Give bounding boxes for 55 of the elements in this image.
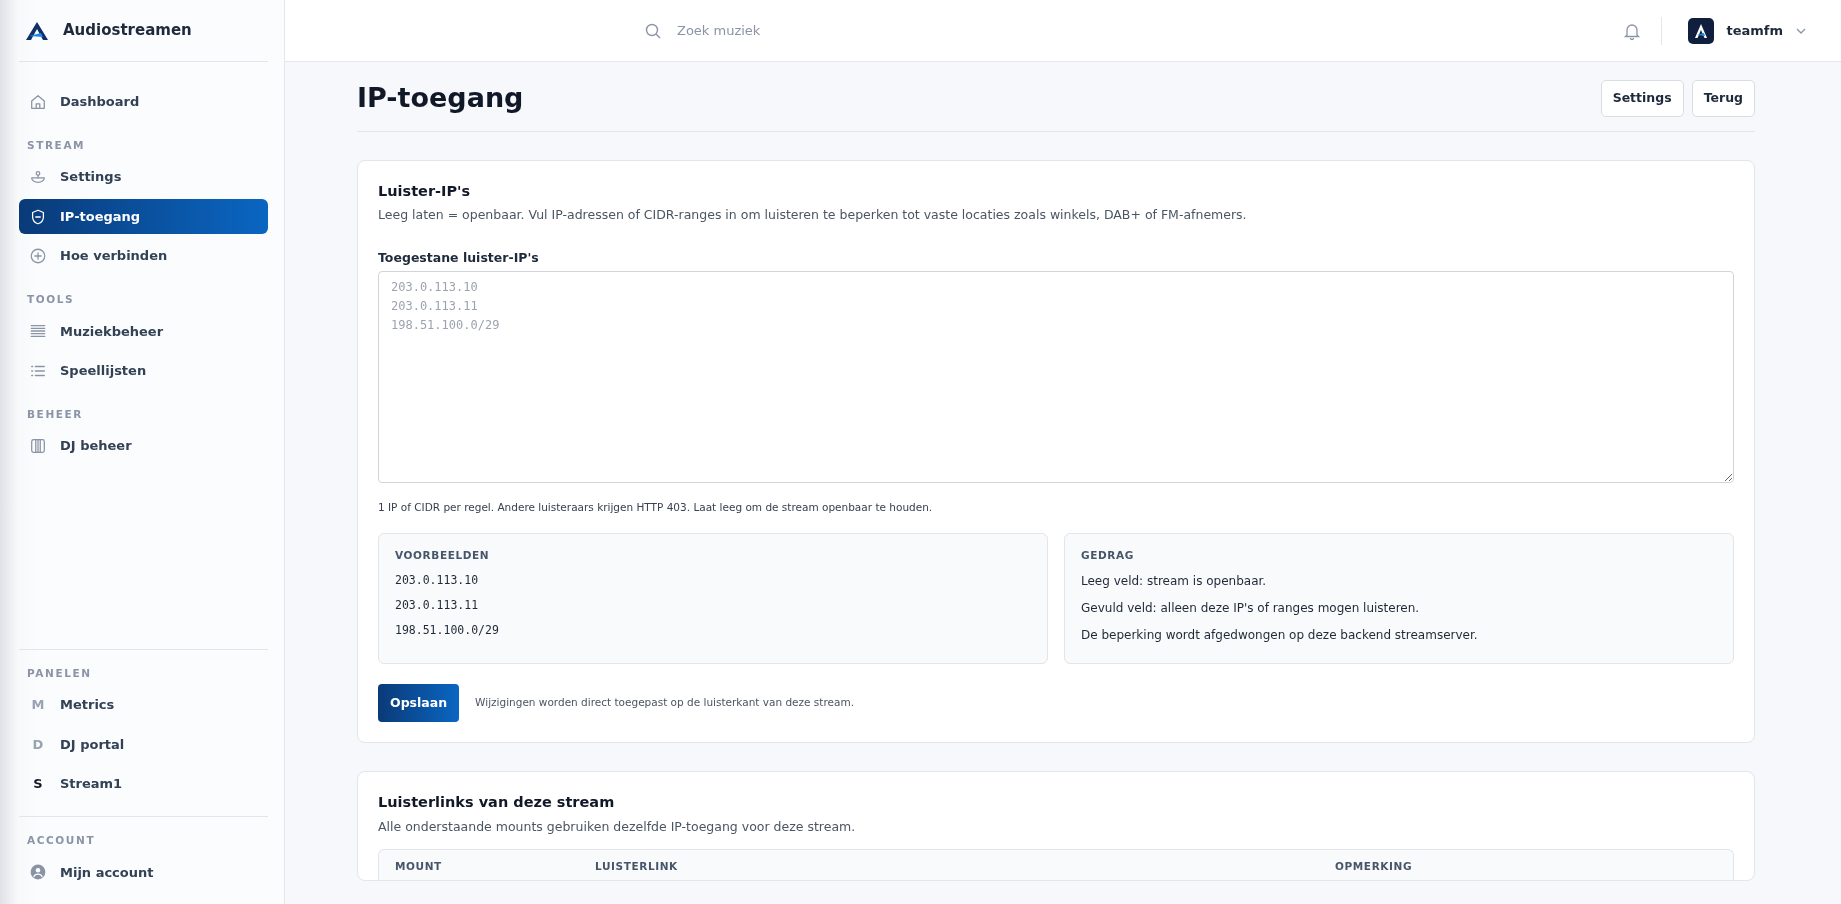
page-title: IP-toegang	[357, 82, 524, 115]
brand-name: Audiostreamen	[63, 20, 192, 42]
section-heading: ACCOUNT	[26, 832, 97, 848]
section-heading: TOOLS	[26, 291, 76, 307]
info-text: De beperking wordt afgedwongen op deze backend streamserver.	[1081, 626, 1479, 644]
sidebar-item[interactable]: Mijn account	[19, 854, 268, 890]
sidebar-item[interactable]: S Stream1	[19, 766, 268, 802]
card-description: Leeg laten = openbaar. Vul IP-adressen of CIDR-ranges in om luisteren te beperken tot vaste locaties zoals winkels, DAB+ of FM-afnemers.	[378, 206, 1248, 225]
column-header: MOUNT	[395, 858, 443, 874]
avatar-icon	[1688, 17, 1715, 44]
letter-icon: M	[29, 695, 47, 715]
home-icon	[29, 92, 47, 111]
plus-circle-icon	[29, 247, 47, 265]
card-title: Luister-IP's	[378, 182, 472, 201]
save-button[interactable]: Opslaan	[378, 683, 460, 723]
bowl-icon	[29, 168, 47, 186]
sidebar-item[interactable]: Hoe verbinden	[19, 238, 268, 274]
columns-icon	[29, 437, 47, 455]
search-field[interactable]: Zoek muziek	[675, 19, 849, 42]
shield-icon	[29, 207, 47, 226]
sidebar-item[interactable]: DJ beheer	[19, 428, 268, 464]
search-icon	[645, 22, 661, 39]
header-button[interactable]: Terug	[1691, 80, 1755, 117]
letter-icon: S	[29, 774, 47, 794]
help-text: 1 IP of CIDR per regel. Andere luisteraars krijgen HTTP 403. Laat leeg om de stream openbaar te houden.	[378, 500, 934, 516]
logo-icon	[25, 20, 49, 41]
code-line: 203.0.113.11	[395, 596, 480, 614]
user-menu[interactable]: teamfm	[1682, 16, 1813, 45]
card-title: Luisterlinks van deze stream	[378, 794, 616, 812]
section-heading: PANELEN	[26, 665, 93, 681]
panel-heading: GEDRAG	[1081, 547, 1135, 563]
ip-textarea[interactable]: 203.0.113.10 203.0.113.11 198.51.100.0/29	[378, 270, 1734, 483]
bell-icon[interactable]	[1623, 21, 1642, 40]
sidebar-item[interactable]: Settings	[19, 159, 268, 195]
code-line: 203.0.113.10	[395, 571, 480, 589]
sidebar-item[interactable]: D DJ portal	[19, 726, 268, 763]
code-line: 198.51.100.0/29	[395, 622, 500, 640]
column-header: OPMERKING	[1335, 858, 1414, 874]
section-heading: STREAM	[26, 137, 87, 153]
save-note: Wijzigingen worden direct toegepast op de luisterkant van deze stream.	[475, 695, 854, 711]
section-heading: BEHEER	[26, 406, 84, 422]
letter-icon: D	[29, 734, 47, 755]
sidebar-item[interactable]: M Metrics	[19, 687, 268, 723]
sidebar-item[interactable]: Muziekbeheer	[19, 313, 268, 349]
info-text: Gevuld veld: alleen deze IP's of ranges mogen luisteren.	[1081, 599, 1421, 617]
field-label: Toegestane luister-IP's	[378, 248, 540, 267]
sidebar-item[interactable]: IP-toegang	[19, 198, 268, 235]
info-text: Leeg veld: stream is openbaar.	[1081, 572, 1268, 590]
user-icon	[29, 863, 47, 882]
sidebar-item[interactable]: Dashboard	[19, 84, 268, 120]
header-button[interactable]: Settings	[1600, 80, 1684, 117]
sidebar-item[interactable]: Speellijsten	[19, 353, 268, 389]
column-header: LUISTERLINK	[595, 858, 679, 874]
card-description: Alle onderstaande mounts gebruiken dezelfde IP-toegang voor deze stream.	[378, 817, 857, 836]
panel-heading: VOORBEELDEN	[395, 547, 491, 563]
